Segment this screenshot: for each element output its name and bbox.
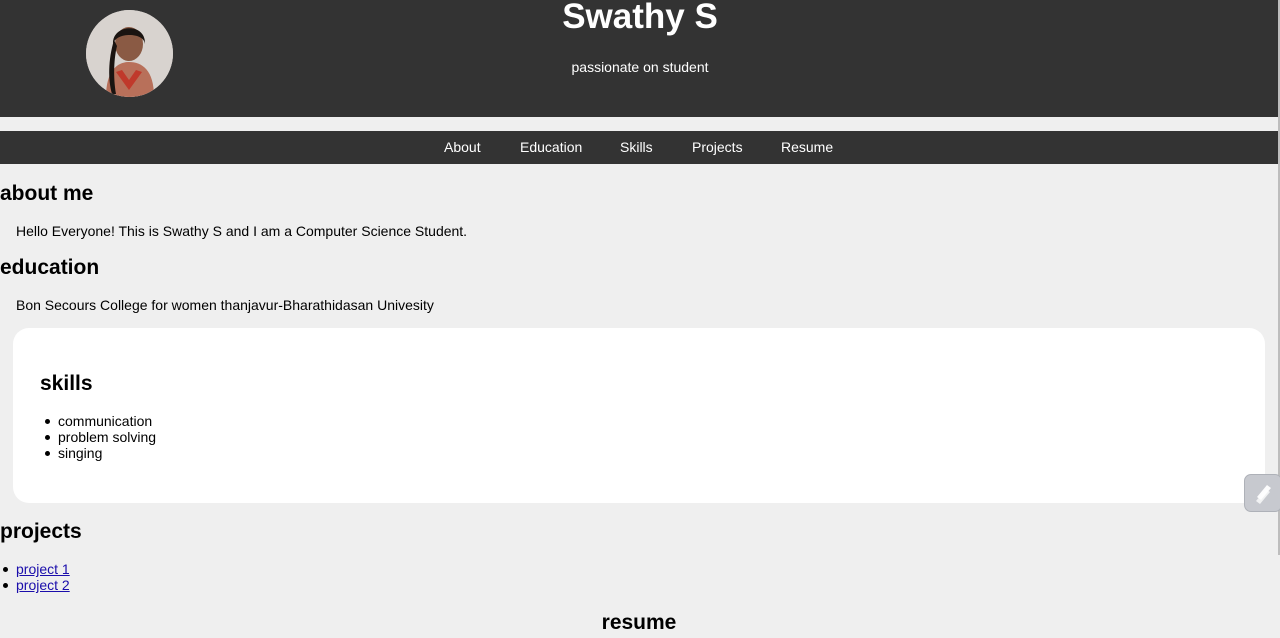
project-link-1[interactable]: project 1 — [16, 561, 70, 577]
skills-heading: skills — [40, 372, 93, 395]
skill-item: communication — [44, 413, 156, 429]
skills-list: communication problem solving singing — [44, 413, 157, 461]
skill-item: singing — [44, 445, 156, 461]
education-heading: education — [0, 256, 100, 279]
nav-link-resume[interactable]: Resume — [781, 131, 833, 164]
projects-list: project 1 project 2 — [3, 561, 70, 593]
project-item: project 1 — [3, 561, 70, 577]
site-header: Swathy S passionate on student — [0, 0, 1280, 117]
resume-heading: resume — [601, 611, 677, 634]
extension-button[interactable] — [1244, 474, 1280, 512]
nav-link-skills[interactable]: Skills — [620, 131, 653, 164]
about-heading: about me — [0, 182, 94, 205]
project-item: project 2 — [3, 577, 70, 593]
site-title: Swathy S — [562, 0, 718, 36]
skills-card: skills communication problem solving sin… — [13, 328, 1265, 503]
project-link-2[interactable]: project 2 — [16, 577, 70, 593]
skill-item: problem solving — [44, 429, 157, 445]
nav-link-education[interactable]: Education — [520, 131, 582, 164]
nav-link-about[interactable]: About — [444, 131, 481, 164]
extension-icon — [1256, 485, 1271, 504]
tagline: passionate on student — [571, 59, 709, 75]
projects-heading: projects — [0, 520, 82, 543]
education-text: Bon Secours College for women thanjavur-… — [16, 297, 434, 313]
navbar: About Education Skills Projects Resume — [0, 131, 1280, 164]
nav-link-projects[interactable]: Projects — [692, 131, 743, 164]
about-text: Hello Everyone! This is Swathy S and I a… — [16, 223, 468, 239]
